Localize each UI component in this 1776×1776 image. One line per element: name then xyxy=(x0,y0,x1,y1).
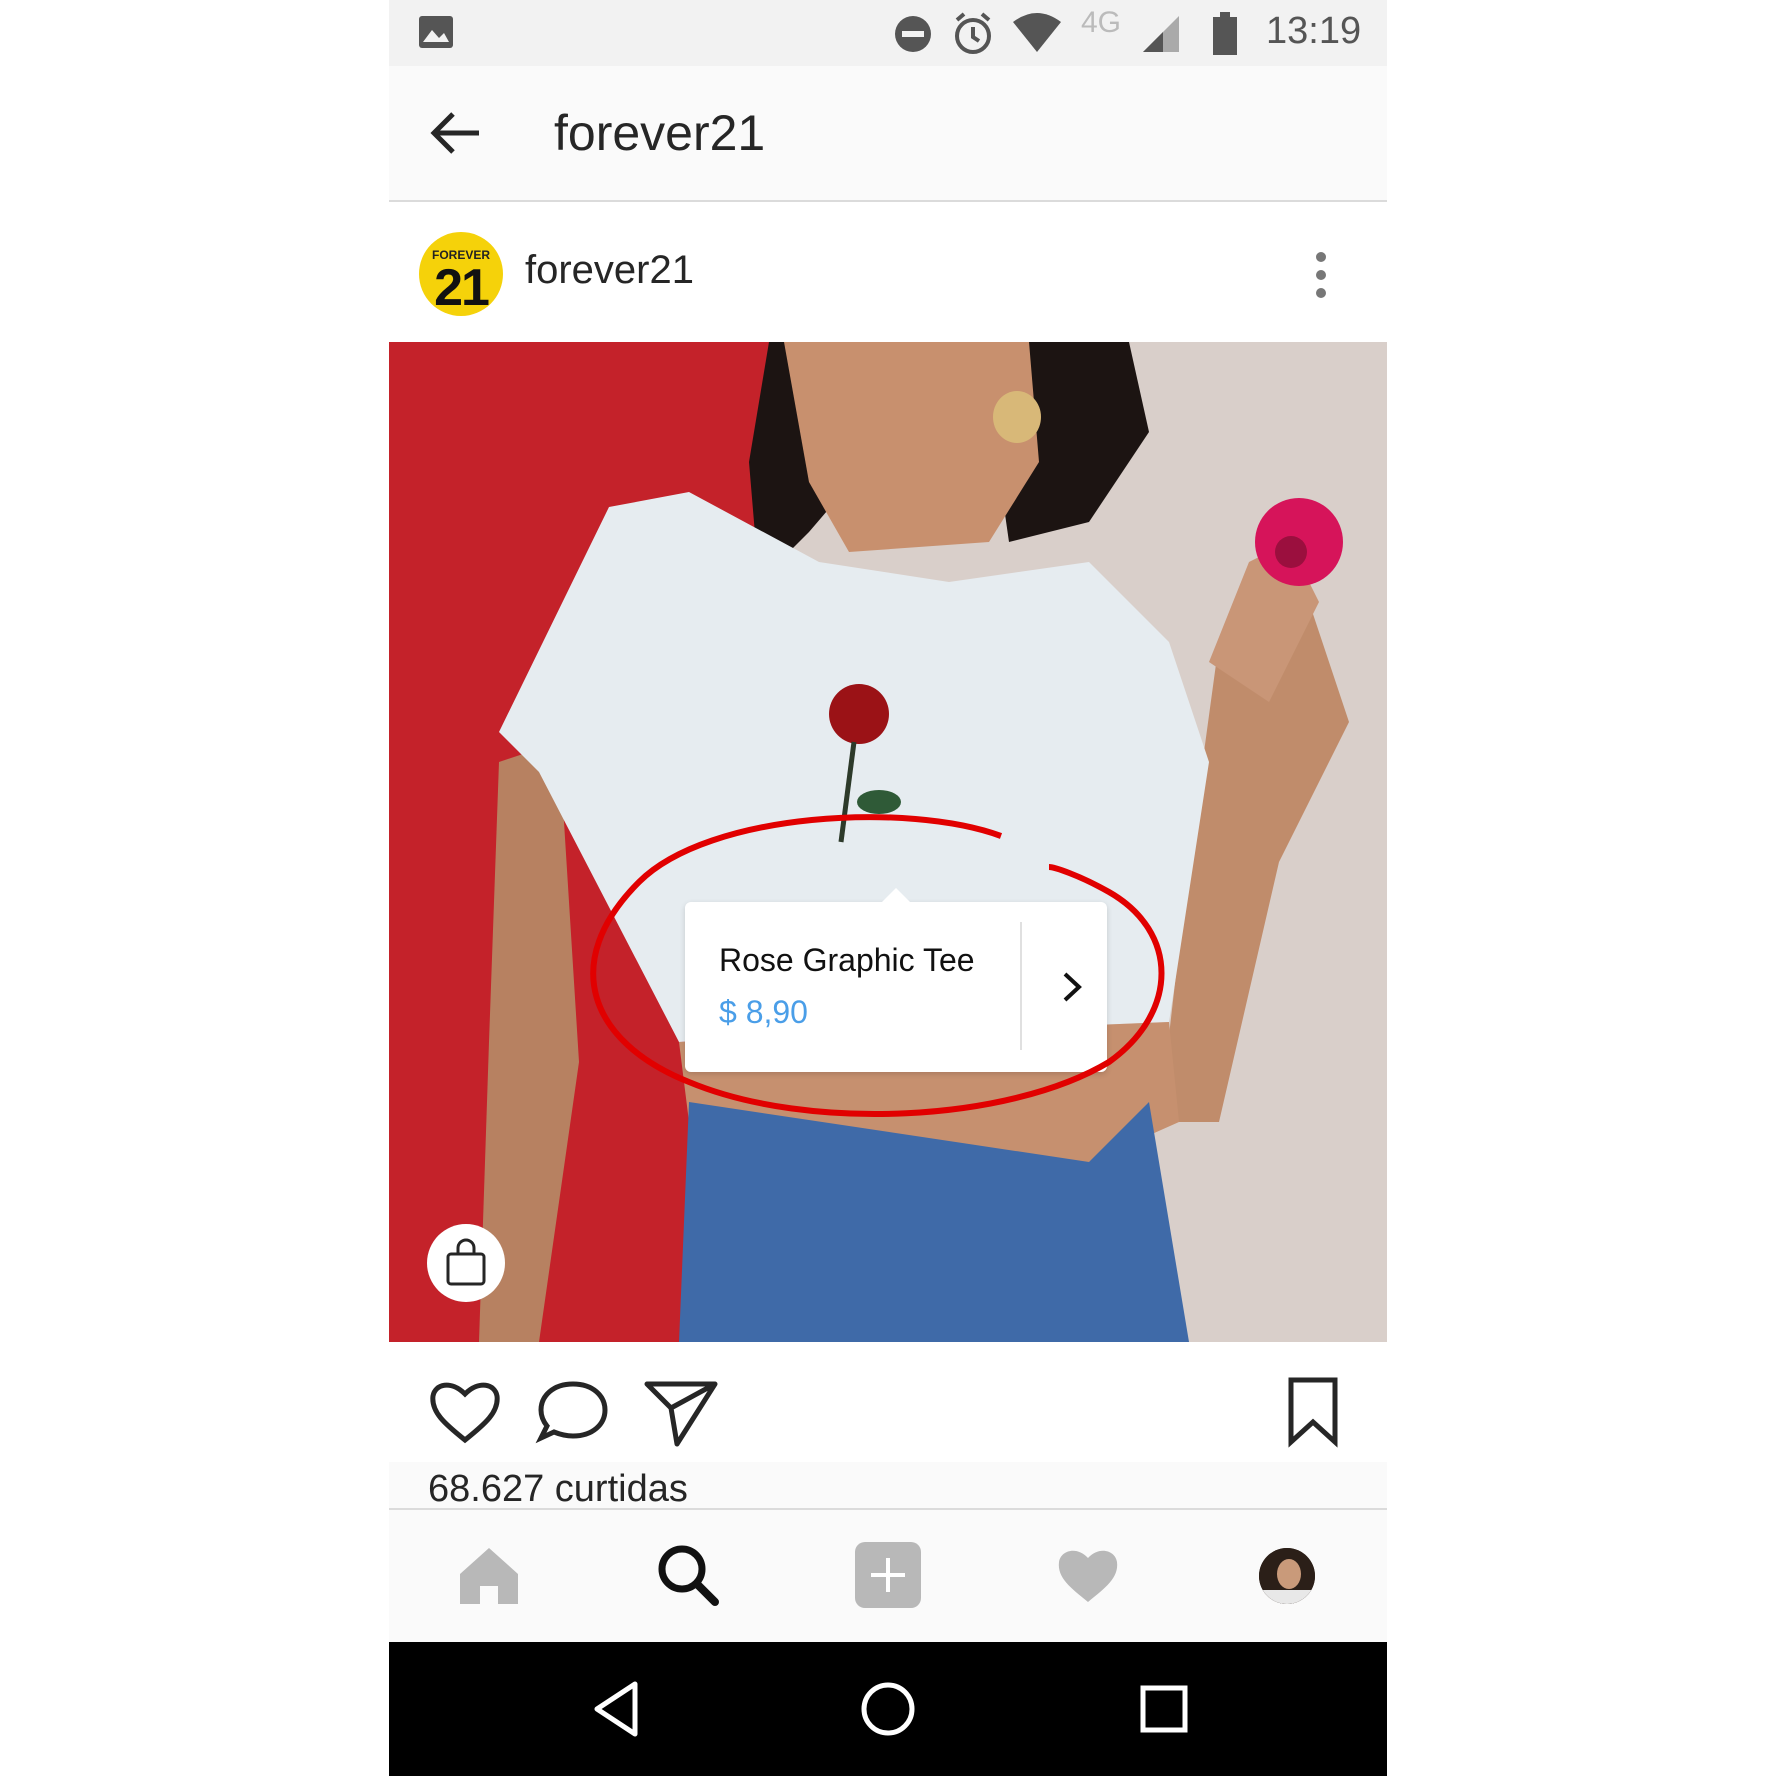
likes-count[interactable]: 68.627 curtidas xyxy=(428,1468,688,1511)
home-icon[interactable] xyxy=(454,1540,524,1610)
battery-icon xyxy=(1213,12,1237,55)
home-circle-icon[interactable] xyxy=(855,1676,921,1742)
app-header: forever21 xyxy=(389,66,1387,202)
product-price: $ 8,90 xyxy=(719,994,808,1030)
avatar-number: 21 xyxy=(434,259,490,316)
bookmark-icon[interactable] xyxy=(1273,1372,1353,1452)
android-nav-bar xyxy=(389,1642,1387,1776)
product-name: Rose Graphic Tee xyxy=(719,942,975,978)
post-actions xyxy=(389,1342,1387,1462)
tag-pointer xyxy=(880,888,912,904)
wifi-icon xyxy=(1013,13,1061,52)
page-title: forever21 xyxy=(554,105,766,161)
shopping-bag-button[interactable] xyxy=(427,1224,505,1302)
post-header: FOREVER 21 forever21 xyxy=(389,202,1387,342)
status-time: 13:19 xyxy=(1266,10,1362,52)
add-icon[interactable] xyxy=(853,1540,923,1610)
search-icon[interactable] xyxy=(653,1540,723,1610)
do-not-disturb-icon xyxy=(895,16,931,52)
activity-heart-icon[interactable] xyxy=(1053,1540,1123,1610)
profile-photo xyxy=(1259,1548,1315,1604)
share-icon[interactable] xyxy=(641,1372,721,1452)
post-username[interactable]: forever21 xyxy=(525,248,694,293)
bottom-nav xyxy=(389,1510,1387,1642)
network-label: 4G xyxy=(1081,6,1122,39)
account-avatar[interactable]: FOREVER 21 xyxy=(419,232,503,316)
recents-square-icon[interactable] xyxy=(1131,1676,1197,1742)
heart-icon[interactable] xyxy=(425,1372,505,1452)
alarm-icon xyxy=(955,12,991,54)
image-icon xyxy=(419,16,453,48)
shopping-bag-icon xyxy=(446,1238,486,1286)
profile-icon[interactable] xyxy=(1259,1548,1315,1604)
status-bar: 4G 13:19 xyxy=(389,0,1387,66)
more-options-icon[interactable] xyxy=(1311,250,1331,300)
back-triangle-icon[interactable] xyxy=(585,1676,651,1742)
arrow-left-icon[interactable] xyxy=(429,106,483,160)
phone-screen: 4G 13:19 forever21 FOREVER 21 forever21 xyxy=(389,0,1387,1776)
chevron-right-icon[interactable] xyxy=(1035,952,1105,1022)
post-photo xyxy=(389,342,1387,1342)
signal-icon xyxy=(1143,16,1179,52)
tag-divider xyxy=(1020,922,1022,1050)
comment-icon[interactable] xyxy=(533,1372,613,1452)
post-image[interactable]: Rose Graphic Tee $ 8,90 xyxy=(389,342,1387,1342)
product-tag-card[interactable]: Rose Graphic Tee $ 8,90 xyxy=(685,888,1107,1072)
